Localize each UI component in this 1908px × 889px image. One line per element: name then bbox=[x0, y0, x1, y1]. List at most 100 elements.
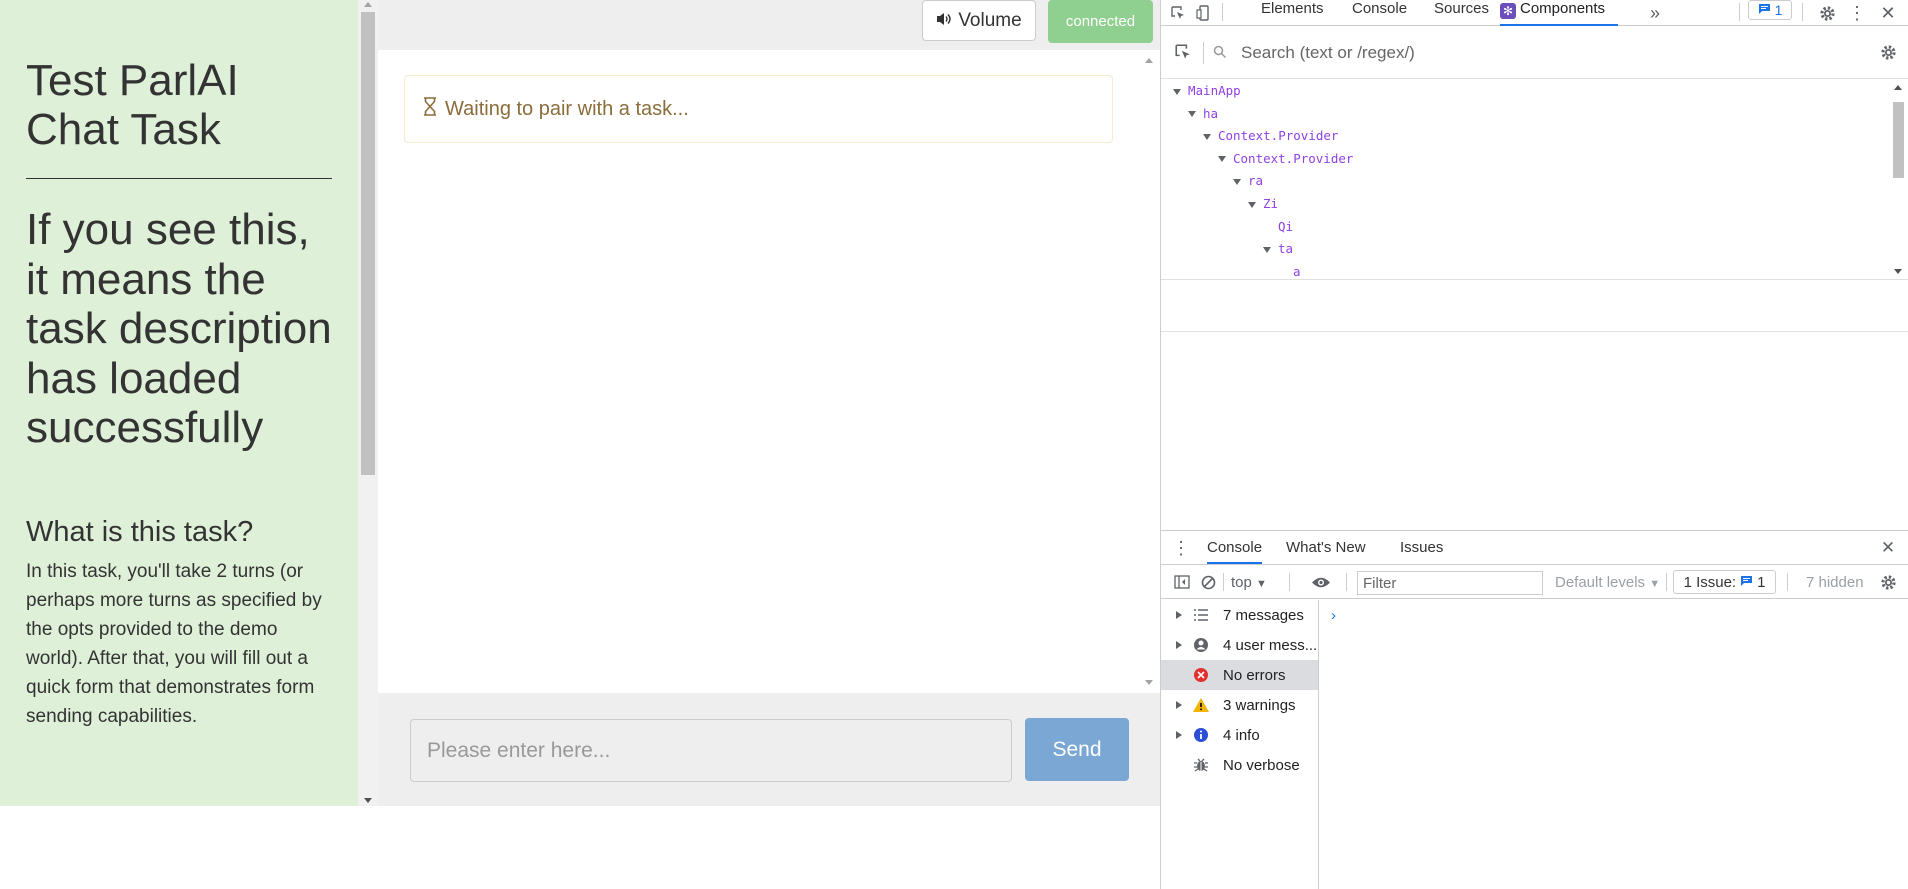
log-levels-dropdown[interactable]: Default levels ▼ bbox=[1555, 574, 1660, 591]
scroll-down-arrow-icon[interactable] bbox=[364, 798, 372, 803]
expand-triangle-icon[interactable] bbox=[1188, 111, 1196, 118]
issue-message-icon bbox=[1740, 574, 1753, 591]
context-selector[interactable]: top ▼ bbox=[1231, 574, 1267, 591]
component-name: ha bbox=[1203, 105, 1219, 121]
tab-sources[interactable]: Sources bbox=[1434, 0, 1489, 26]
component-name: a bbox=[1293, 263, 1301, 279]
component-tree-node[interactable]: Qi bbox=[1278, 216, 1293, 238]
search-icon bbox=[1210, 42, 1230, 62]
expand-triangle-icon[interactable] bbox=[1218, 156, 1226, 163]
waiting-alert: Waiting to pair with a task... bbox=[404, 75, 1113, 143]
expand-triangle-icon[interactable] bbox=[1248, 201, 1256, 208]
expand-triangle-icon[interactable] bbox=[1176, 731, 1182, 739]
volume-button[interactable]: Volume bbox=[922, 0, 1036, 41]
console-filter-input[interactable] bbox=[1357, 571, 1543, 595]
settings-gear-icon[interactable] bbox=[1817, 3, 1837, 23]
expand-triangle-icon[interactable] bbox=[1176, 641, 1182, 649]
close-drawer-icon[interactable]: ✕ bbox=[1878, 538, 1898, 558]
speaker-icon bbox=[936, 10, 952, 32]
hourglass-icon bbox=[423, 96, 437, 122]
drawer-tab-whats-new[interactable]: What's New bbox=[1286, 539, 1366, 556]
expand-triangle-icon[interactable] bbox=[1233, 178, 1241, 185]
select-component-icon[interactable] bbox=[1173, 42, 1193, 62]
expand-triangle-icon[interactable] bbox=[1176, 701, 1182, 709]
drawer-menu-kebab-icon[interactable]: ⋮ bbox=[1171, 538, 1191, 558]
console-prompt[interactable]: › bbox=[1331, 607, 1336, 624]
components-search-input[interactable] bbox=[1241, 40, 1801, 66]
tab-console[interactable]: Console bbox=[1352, 0, 1407, 26]
expand-triangle-icon[interactable] bbox=[1173, 88, 1181, 95]
drawer-tab-console[interactable]: Console bbox=[1207, 539, 1263, 564]
message-area-scrollbar[interactable] bbox=[1138, 50, 1160, 693]
scroll-down-arrow-icon[interactable] bbox=[1894, 269, 1902, 274]
console-sidebar-item[interactable]: 3 warnings bbox=[1161, 690, 1318, 720]
title-divider bbox=[26, 178, 332, 179]
toolbar-separator bbox=[1666, 573, 1667, 591]
components-settings-gear-icon[interactable] bbox=[1878, 42, 1898, 62]
context-label: top bbox=[1231, 574, 1252, 591]
toolbar-separator bbox=[1222, 3, 1223, 21]
console-sidebar-label: 3 warnings bbox=[1223, 696, 1296, 714]
component-tree-node[interactable]: Zi bbox=[1248, 193, 1278, 215]
more-options-kebab-icon[interactable]: ⋮ bbox=[1847, 3, 1867, 23]
console-sidebar-label: No errors bbox=[1223, 666, 1286, 684]
task-pane-scrollbar[interactable] bbox=[358, 0, 378, 806]
issue-chip-label: 1 Issue: bbox=[1683, 573, 1737, 591]
scroll-up-arrow-icon[interactable] bbox=[1894, 85, 1902, 90]
send-button[interactable]: Send bbox=[1025, 718, 1129, 781]
show-sidebar-icon[interactable] bbox=[1172, 572, 1192, 592]
tab-components-label: Components bbox=[1520, 0, 1606, 17]
volume-label: Volume bbox=[958, 9, 1022, 31]
issues-counter-button[interactable]: 1 bbox=[1748, 0, 1792, 20]
drawer-tab-bar: ⋮ Console What's New Issues ✕ bbox=[1161, 531, 1908, 565]
console-drawer: ⋮ Console What's New Issues ✕ top ▼ Filt… bbox=[1161, 530, 1908, 889]
close-devtools-icon[interactable]: ✕ bbox=[1878, 3, 1898, 23]
scrollbar-thumb[interactable] bbox=[361, 12, 375, 475]
tab-elements[interactable]: Elements bbox=[1261, 0, 1324, 26]
component-tree-node[interactable]: MainApp bbox=[1173, 80, 1241, 102]
component-tree-node[interactable]: ha bbox=[1188, 103, 1218, 125]
component-tree-node[interactable]: Context.Provider bbox=[1203, 125, 1338, 147]
error-icon bbox=[1191, 665, 1211, 685]
console-sidebar-item[interactable]: No verbose bbox=[1161, 750, 1318, 780]
console-settings-gear-icon[interactable] bbox=[1878, 572, 1898, 592]
react-icon: ✻ bbox=[1500, 3, 1516, 19]
console-sidebar-item[interactable]: 4 info bbox=[1161, 720, 1318, 750]
scroll-up-arrow-icon[interactable] bbox=[364, 2, 372, 7]
component-tree-node[interactable]: a bbox=[1293, 261, 1301, 279]
expand-triangle-icon[interactable] bbox=[1176, 611, 1182, 619]
expand-triangle-icon[interactable] bbox=[1203, 133, 1211, 140]
component-name: Zi bbox=[1263, 196, 1279, 211]
tab-components[interactable]: ✻ Components bbox=[1500, 0, 1618, 26]
expand-triangle-icon[interactable] bbox=[1263, 246, 1271, 253]
scrollbar-thumb[interactable] bbox=[1893, 102, 1904, 178]
more-tabs-chevron-icon[interactable]: » bbox=[1645, 3, 1665, 23]
message-input[interactable] bbox=[410, 719, 1012, 782]
component-tree-scrollbar[interactable] bbox=[1888, 80, 1908, 279]
live-expression-eye-icon[interactable] bbox=[1311, 572, 1331, 592]
waiting-message: Waiting to pair with a task... bbox=[445, 97, 689, 120]
inspect-element-icon[interactable] bbox=[1168, 3, 1188, 23]
component-detail-header bbox=[1161, 279, 1908, 332]
scroll-up-arrow-icon[interactable] bbox=[1145, 58, 1153, 63]
component-tree-node[interactable]: ta bbox=[1263, 238, 1293, 260]
component-name: Qi bbox=[1278, 218, 1294, 234]
connection-status-badge: connected bbox=[1048, 0, 1153, 43]
components-search-bar bbox=[1161, 27, 1908, 79]
component-tree-node[interactable]: ra bbox=[1233, 170, 1263, 192]
console-sidebar-item[interactable]: No errors bbox=[1161, 660, 1318, 690]
component-tree-node[interactable]: Context.Provider bbox=[1218, 148, 1353, 170]
clear-console-icon[interactable] bbox=[1198, 572, 1218, 592]
device-toolbar-icon[interactable] bbox=[1194, 3, 1214, 23]
task-description-pane: Test ParlAI Chat Task If you see this, i… bbox=[0, 0, 358, 806]
task-title: Test ParlAI Chat Task bbox=[26, 56, 239, 154]
console-sidebar-item[interactable]: 4 user mess... bbox=[1161, 630, 1318, 660]
console-issues-button[interactable]: 1 Issue: 1 bbox=[1673, 570, 1776, 594]
console-sidebar-item[interactable]: 7 messages bbox=[1161, 600, 1318, 630]
issue-chip-count: 1 bbox=[1757, 573, 1766, 591]
console-sidebar-label: No verbose bbox=[1223, 756, 1300, 774]
scroll-down-arrow-icon[interactable] bbox=[1145, 680, 1153, 685]
drawer-tab-issues[interactable]: Issues bbox=[1400, 539, 1443, 556]
issues-count: 1 bbox=[1774, 2, 1783, 18]
dropdown-arrow-icon: ▼ bbox=[1256, 578, 1267, 590]
